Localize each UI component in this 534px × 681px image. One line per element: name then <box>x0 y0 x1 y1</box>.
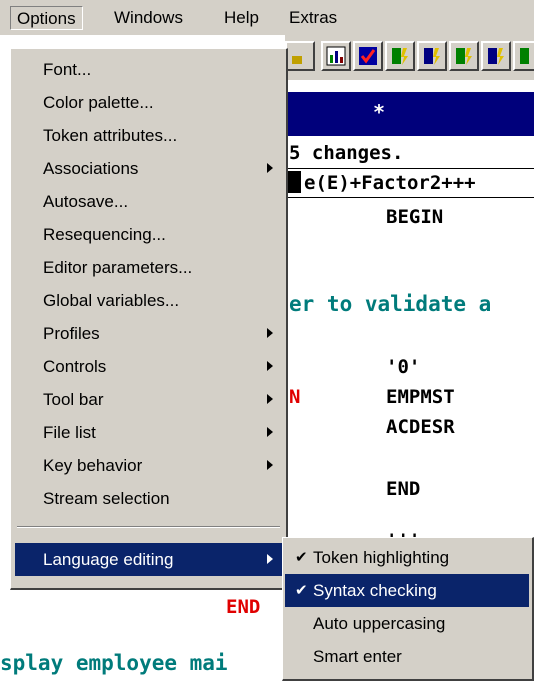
menu-item-syntax-checking[interactable]: ✔ Syntax checking <box>285 574 529 607</box>
menu-item-label: Token highlighting <box>313 548 450 567</box>
menu-item-associations[interactable]: Associations <box>15 152 283 185</box>
checklist-icon <box>359 47 377 65</box>
build-button-3[interactable] <box>449 41 479 71</box>
check-list-button[interactable] <box>353 41 383 71</box>
menu-item-language-editing[interactable]: Language editing <box>15 543 283 576</box>
submenu-arrow-icon <box>267 554 273 564</box>
menu-item-label: Controls <box>43 357 107 376</box>
menu-item-label: Tool bar <box>43 390 104 409</box>
menu-item-label: Key behavior <box>43 456 143 475</box>
modified-marker: * <box>373 100 386 124</box>
lightning-icon <box>392 48 408 65</box>
lightning-icon <box>456 48 472 65</box>
menu-item-label: Color palette... <box>43 93 154 112</box>
submenu-arrow-icon <box>267 427 273 437</box>
build-button-4[interactable] <box>481 41 511 71</box>
error-marker: N <box>289 386 301 408</box>
menu-item-profiles[interactable]: Profiles <box>15 317 283 350</box>
language-editing-submenu: ✔ Token highlighting ✔ Syntax checking A… <box>282 537 534 681</box>
menu-item-smart-enter[interactable]: Smart enter <box>285 640 529 673</box>
menu-item-editor-parameters[interactable]: Editor parameters... <box>15 251 283 284</box>
code-line: '0' <box>386 356 421 378</box>
menu-item-auto-uppercasing[interactable]: Auto uppercasing <box>285 607 529 640</box>
menu-item-global-variables[interactable]: Global variables... <box>15 284 283 317</box>
comment-line: splay employee mai <box>0 651 228 675</box>
toolbar-button-partial[interactable] <box>285 41 315 71</box>
menu-item-font[interactable]: Font... <box>15 53 283 86</box>
menu-separator <box>17 526 280 528</box>
menu-item-label: File list <box>43 423 96 442</box>
menu-item-resequencing[interactable]: Resequencing... <box>15 218 283 251</box>
menu-item-controls[interactable]: Controls <box>15 350 283 383</box>
menu-item-label: Global variables... <box>43 291 180 310</box>
comment-line: er to validate a <box>289 292 492 316</box>
check-icon: ✔ <box>295 582 308 599</box>
menu-item-stream-selection[interactable]: Stream selection <box>15 482 283 515</box>
menu-bar: Options Windows Help Extras <box>0 0 534 35</box>
menu-windows[interactable]: Windows <box>108 6 189 30</box>
menu-item-tool-bar[interactable]: Tool bar <box>15 383 283 416</box>
menu-item-label: Font... <box>43 60 92 79</box>
menu-item-label: Smart enter <box>313 647 402 666</box>
menu-item-label: Syntax checking <box>313 581 437 600</box>
toolbar <box>285 34 534 80</box>
submenu-arrow-icon <box>267 460 273 470</box>
menu-item-label: Stream selection <box>43 489 170 508</box>
build-button-1[interactable] <box>385 41 415 71</box>
lightning-icon <box>520 48 529 64</box>
menu-item-label: Editor parameters... <box>43 258 193 277</box>
editor-header-bar: * <box>285 92 534 136</box>
build-button-5[interactable] <box>513 41 534 71</box>
menu-item-label: Language editing <box>43 550 174 569</box>
menu-item-label: Resequencing... <box>43 225 166 244</box>
submenu-arrow-icon <box>267 328 273 338</box>
menu-help[interactable]: Help <box>218 6 265 30</box>
chart-icon <box>326 46 346 66</box>
menu-options[interactable]: Options <box>10 6 83 30</box>
check-icon: ✔ <box>295 549 308 566</box>
build-button-2[interactable] <box>417 41 447 71</box>
code-line: BEGIN <box>386 206 444 228</box>
menu-item-key-behavior[interactable]: Key behavior <box>15 449 283 482</box>
submenu-arrow-icon <box>267 361 273 371</box>
submenu-arrow-icon <box>267 163 273 173</box>
menu-item-token-attributes[interactable]: Token attributes... <box>15 119 283 152</box>
code-line: END <box>386 478 421 500</box>
code-line: END <box>226 596 261 618</box>
code-line: ACDESR <box>386 416 455 438</box>
text-cursor <box>288 171 301 193</box>
tool-icon <box>292 56 302 64</box>
lightning-icon <box>424 48 440 65</box>
menu-item-label: Profiles <box>43 324 100 343</box>
menu-item-color-palette[interactable]: Color palette... <box>15 86 283 119</box>
menu-item-label: Auto uppercasing <box>313 614 446 633</box>
menu-extras[interactable]: Extras <box>283 6 343 30</box>
menu-item-token-highlighting[interactable]: ✔ Token highlighting <box>285 541 529 574</box>
format-line: e(E)+Factor2+++ <box>304 172 476 194</box>
menu-item-label: Autosave... <box>43 192 129 211</box>
options-menu: Font... Color palette... Token attribute… <box>10 48 288 590</box>
code-line: EMPMST <box>386 386 455 408</box>
menu-item-autosave[interactable]: Autosave... <box>15 185 283 218</box>
code-line: 5 changes. <box>289 142 404 164</box>
chart-button[interactable] <box>321 41 351 71</box>
lightning-icon <box>488 48 504 65</box>
menu-item-file-list[interactable]: File list <box>15 416 283 449</box>
submenu-arrow-icon <box>267 394 273 404</box>
menu-item-label: Token attributes... <box>43 126 178 145</box>
menu-item-label: Associations <box>43 159 139 178</box>
